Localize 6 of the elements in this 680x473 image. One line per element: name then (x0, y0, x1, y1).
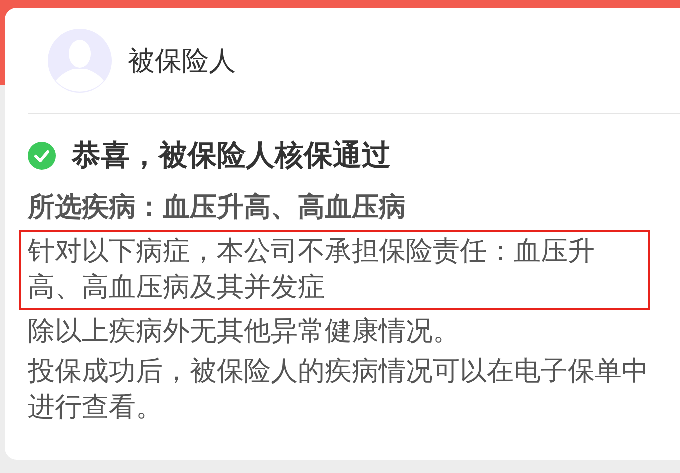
result-heading: 恭喜，被保险人核保通过 (72, 137, 391, 174)
section-title: 被保险人 (128, 44, 236, 78)
selected-diseases: 所选疾病：血压升高、高血压病 (28, 191, 407, 225)
info-paragraph: 投保成功后，被保险人的疾病情况可以在电子保单中进行查看。 (28, 355, 650, 425)
exclusion-note: 针对以下病症，本公司不承担保险责任：血压升高、高血压病及其并发症 (28, 235, 596, 305)
info-paragraph: 除以上疾病外无其他异常健康情况。 (28, 315, 461, 349)
